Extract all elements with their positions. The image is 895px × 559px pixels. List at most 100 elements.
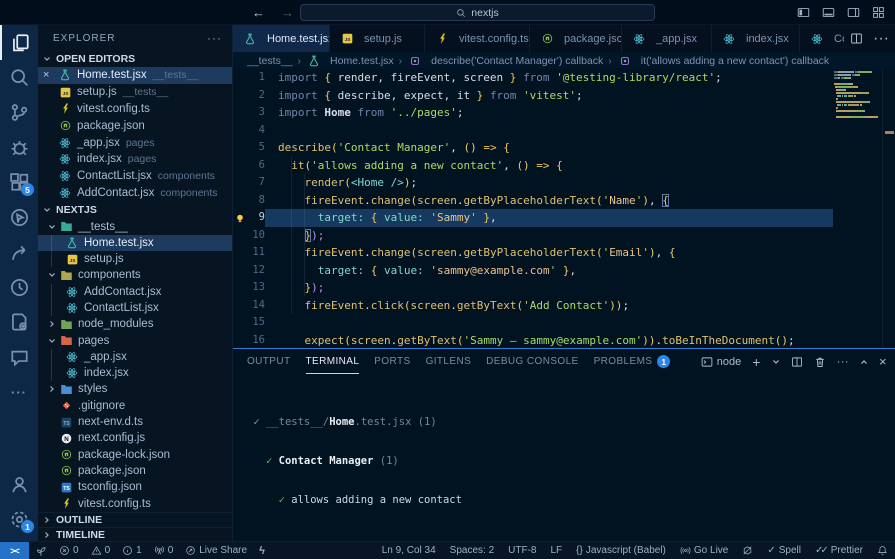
status-zap[interactable]: ϟ xyxy=(253,542,271,559)
toggle-secondary-sidebar-icon[interactable] xyxy=(847,6,860,19)
status-braces[interactable]: {} Javascript (Babel) xyxy=(569,542,673,559)
open-editor-item[interactable]: _app.jsx pages xyxy=(38,134,232,151)
back-button[interactable]: ← xyxy=(252,0,265,25)
tab-Conta[interactable]: Conta xyxy=(800,25,850,52)
more-actions-icon[interactable]: ··· xyxy=(873,30,889,48)
open-editor-item[interactable]: × Home.test.jsx __tests__ xyxy=(38,67,232,84)
forward-button[interactable]: → xyxy=(281,0,294,25)
maximize-panel-icon[interactable] xyxy=(860,358,868,366)
open-editors-header[interactable]: OPEN EDITORS xyxy=(38,51,232,67)
status-bell[interactable] xyxy=(870,542,895,559)
activity-more-views[interactable]: ··· xyxy=(0,375,38,410)
panel-tab-OUTPUT[interactable]: OUTPUT xyxy=(247,349,291,374)
status-live-share[interactable]: Live Share xyxy=(179,542,253,559)
open-editor-item[interactable]: vitest.config.ts xyxy=(38,101,232,118)
activity-history[interactable] xyxy=(0,270,38,305)
customize-layout-icon[interactable] xyxy=(872,6,885,19)
activity-chat[interactable] xyxy=(0,340,38,375)
tree-folder-styles[interactable]: styles xyxy=(38,381,232,397)
status-check[interactable]: ✓ Spell xyxy=(760,542,808,559)
activity-accounts[interactable] xyxy=(0,467,38,502)
shell-selector[interactable]: node xyxy=(701,356,741,368)
status-Spaces: 2[interactable]: Spaces: 2 xyxy=(443,542,501,559)
close-panel-icon[interactable]: × xyxy=(879,354,887,369)
status-radio-tower[interactable]: 0 xyxy=(148,542,180,559)
status-LF[interactable]: LF xyxy=(544,542,570,559)
command-center-search[interactable]: nextjs xyxy=(300,4,655,21)
toggle-panel-icon[interactable] xyxy=(822,6,835,19)
new-terminal-icon[interactable]: + xyxy=(752,355,761,369)
breadcrumb-item[interactable]: __tests__ xyxy=(247,55,293,67)
activity-extensions[interactable]: 5 xyxy=(0,165,38,200)
project-root-header[interactable]: NEXTJS xyxy=(38,201,232,218)
code-line-13[interactable]: 13 }); xyxy=(233,279,833,297)
tree-file-vitest.config.ts[interactable]: vitest.config.ts xyxy=(38,495,232,511)
kill-terminal-icon[interactable] xyxy=(814,356,826,368)
remote-indicator[interactable]: >< xyxy=(0,542,29,559)
open-editor-item[interactable]: package.json xyxy=(38,117,232,134)
tree-file-ContactList.jsx[interactable]: ContactList.jsx xyxy=(38,299,232,317)
chevron-down-icon[interactable] xyxy=(772,358,780,366)
activity-source-control[interactable] xyxy=(0,95,38,130)
status-error-circle[interactable]: 0 xyxy=(53,542,85,559)
toggle-primary-sidebar-icon[interactable] xyxy=(797,6,810,19)
tab-_app.jsx[interactable]: _app.jsx xyxy=(622,25,712,52)
tree-file-package-lock.json[interactable]: package-lock.json xyxy=(38,447,232,463)
more-actions-icon[interactable]: ··· xyxy=(837,356,849,368)
tab-index.jsx[interactable]: index.jsx xyxy=(712,25,800,52)
breadcrumb-item[interactable]: describe('Contact Manager') callback xyxy=(407,55,603,67)
open-editor-item[interactable]: index.jsx pages xyxy=(38,151,232,168)
code-line-12[interactable]: 12 target: { value: 'sammy@example.com' … xyxy=(233,262,833,280)
panel-tab-PROBLEMS[interactable]: PROBLEMS 1 xyxy=(594,349,671,374)
activity-settings[interactable]: 1 xyxy=(0,502,38,537)
tree-file-setup.js[interactable]: JS setup.js xyxy=(38,250,232,268)
code-line-1[interactable]: 1 import { render, fireEvent, screen } f… xyxy=(233,69,833,87)
tree-file-AddContact.jsx[interactable]: AddContact.jsx xyxy=(38,283,232,301)
activity-live-share-session[interactable] xyxy=(0,200,38,235)
open-editor-item[interactable]: JS setup.js __tests__ xyxy=(38,84,232,101)
code-line-7[interactable]: 7 render(<Home />); xyxy=(233,174,833,192)
tree-file-Home.test.jsx[interactable]: Home.test.jsx xyxy=(38,234,232,252)
code-line-11[interactable]: 11 fireEvent.change(screen.getByPlacehol… xyxy=(233,244,833,262)
tree-file-next.config.js[interactable]: N next.config.js xyxy=(38,430,232,446)
tab-Home.test.jsx[interactable]: Home.test.jsx × xyxy=(233,25,330,52)
tree-file-package.json[interactable]: package.json xyxy=(38,463,232,479)
tree-folder-__tests__[interactable]: __tests__ xyxy=(38,218,232,234)
activity-runner-settings[interactable] xyxy=(0,305,38,340)
code-line-9[interactable]: 9 target: { value: 'Sammy' }, xyxy=(233,209,833,227)
tree-file-index.jsx[interactable]: index.jsx xyxy=(38,365,232,382)
panel-tab-GITLENS[interactable]: GITLENS xyxy=(426,349,472,374)
code-line-10[interactable]: 10 }); xyxy=(233,227,833,245)
status-UTF-8[interactable]: UTF-8 xyxy=(501,542,543,559)
panel-tab-PORTS[interactable]: PORTS xyxy=(374,349,410,374)
outline-header[interactable]: OUTLINE xyxy=(38,511,232,527)
timeline-header[interactable]: TIMELINE xyxy=(38,526,232,541)
tree-file-_app.jsx[interactable]: _app.jsx xyxy=(38,348,232,366)
split-terminal-icon[interactable] xyxy=(791,356,803,368)
activity-search[interactable] xyxy=(0,60,38,95)
tree-folder-components[interactable]: components xyxy=(38,267,232,283)
status-broadcast[interactable]: Go Live xyxy=(673,542,735,559)
status-seedling[interactable] xyxy=(29,542,53,559)
code-line-4[interactable]: 4 xyxy=(233,122,833,140)
tab-setup.js[interactable]: JS setup.js xyxy=(330,25,425,52)
code-editor[interactable]: 1 import { render, fireEvent, screen } f… xyxy=(233,69,895,348)
code-line-5[interactable]: 5 describe('Contact Manager', () => { xyxy=(233,139,833,157)
close-icon[interactable]: × xyxy=(43,69,57,81)
code-line-8[interactable]: 8 fireEvent.change(screen.getByPlacehold… xyxy=(233,192,833,210)
status-double-check[interactable]: ✓✓ Prettier xyxy=(808,542,870,559)
activity-debug[interactable] xyxy=(0,130,38,165)
code-line-15[interactable]: 15 xyxy=(233,314,833,332)
code-line-3[interactable]: 3 import Home from '../pages'; xyxy=(233,104,833,122)
panel-tab-TERMINAL[interactable]: TERMINAL xyxy=(306,349,360,374)
open-editor-item[interactable]: ContactList.jsx components xyxy=(38,168,232,185)
code-line-14[interactable]: 14 fireEvent.click(screen.getByText('Add… xyxy=(233,297,833,315)
status-warning-triangle[interactable]: 0 xyxy=(85,542,117,559)
breadcrumb-item[interactable]: Home.test.jsx xyxy=(306,55,394,67)
tree-folder-pages[interactable]: pages xyxy=(38,332,232,348)
tree-file-next-env.d.ts[interactable]: TS next-env.d.ts xyxy=(38,414,232,430)
tree-folder-node_modules[interactable]: node_modules xyxy=(38,316,232,332)
breadcrumb-item[interactable]: it('allows adding a new contact') callba… xyxy=(617,55,829,67)
split-editor-icon[interactable] xyxy=(850,32,863,45)
explorer-more-actions-icon[interactable]: ··· xyxy=(207,31,222,45)
